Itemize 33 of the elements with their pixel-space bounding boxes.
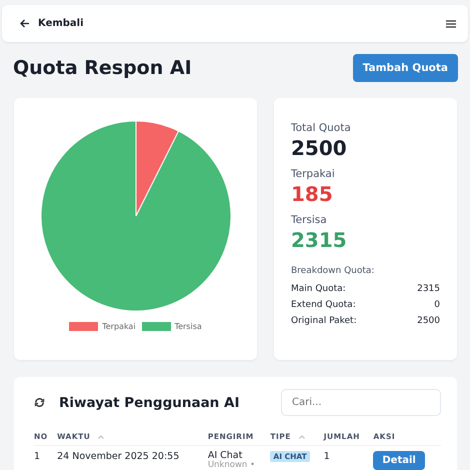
sender-subtitle: Unknown • <box>208 460 256 469</box>
back-link[interactable]: Kembali <box>20 18 84 29</box>
table-cell: 1 <box>324 451 330 462</box>
section-title: Riwayat Penggunaan AI <box>59 394 240 410</box>
table-cell: 24 November 2025 20:55 <box>57 451 180 462</box>
breakdown-value: 2315 <box>417 284 440 294</box>
stat-label: Terpakai <box>291 168 336 180</box>
search-field[interactable]: Cari... <box>281 389 441 416</box>
breakdown-value: 0 <box>434 300 440 310</box>
stat-label: Total Quota <box>291 122 352 134</box>
legend-swatch <box>142 322 171 331</box>
detail-button[interactable]: Detail <box>373 451 425 470</box>
breakdown-label: Original Paket: <box>291 316 357 326</box>
stat-label: Tersisa <box>291 214 328 226</box>
sort-icon <box>298 435 305 439</box>
breakdown-label: Main Quota: <box>291 284 346 294</box>
refresh-icon[interactable] <box>34 397 45 408</box>
menu-icon[interactable] <box>446 20 456 28</box>
breakdown-label: Extend Quota: <box>291 300 356 310</box>
stat-value: 2315 <box>291 228 348 252</box>
back-arrow-icon <box>20 19 30 28</box>
legend-label: Tersisa <box>174 322 202 331</box>
page-title: Quota Respon AI <box>13 57 192 79</box>
add-quota-button[interactable]: Tambah Quota <box>352 54 458 82</box>
breakdown-value: 2500 <box>417 316 440 326</box>
stat-value: 2500 <box>291 136 348 160</box>
breakdown-title: Breakdown Quota: <box>291 266 376 276</box>
table-cell: 1 <box>34 451 40 462</box>
legend-swatch <box>69 322 98 331</box>
stat-value: 185 <box>291 182 334 206</box>
sort-icon <box>98 435 104 439</box>
sender-name: AI Chat <box>208 451 242 460</box>
legend-label: Terpakai <box>102 322 136 331</box>
